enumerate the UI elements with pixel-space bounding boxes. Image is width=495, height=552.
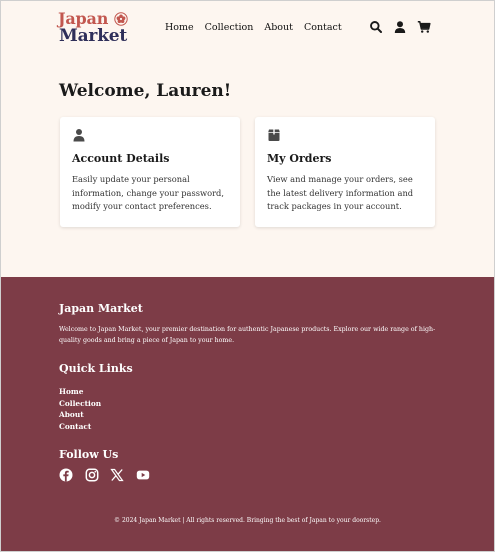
site-header: Japan Market Home Collection About Conta… — [1, 1, 494, 57]
flower-icon — [114, 12, 128, 26]
footer-link-about[interactable]: About — [59, 410, 84, 419]
cart-icon[interactable] — [417, 20, 431, 34]
footer-link-contact[interactable]: Contact — [59, 422, 91, 431]
card-description: View and manage your orders, see the lat… — [267, 174, 414, 211]
card-title: Account Details — [72, 152, 170, 165]
instagram-icon[interactable] — [85, 468, 99, 482]
header-actions — [369, 20, 433, 36]
main-nav: Home Collection About Contact — [165, 20, 353, 36]
facebook-icon[interactable] — [59, 468, 73, 482]
page: Japan Market Home Collection About Conta… — [0, 0, 495, 552]
user-icon — [73, 129, 85, 142]
nav-link-contact[interactable]: Contact — [304, 20, 342, 36]
card-title: My Orders — [267, 152, 332, 165]
footer-about-text: Welcome to Japan Market, your premier de… — [59, 326, 436, 344]
nav-link-home[interactable]: Home — [165, 20, 194, 36]
search-icon[interactable] — [369, 20, 383, 34]
youtube-icon[interactable] — [136, 468, 150, 482]
list-item: Collection — [59, 398, 101, 410]
footer-link-collection[interactable]: Collection — [59, 399, 101, 408]
list-item: Home — [59, 386, 101, 398]
quick-links-list: Home Collection About Contact — [59, 386, 101, 432]
welcome-heading: Welcome, Lauren! — [59, 81, 232, 101]
box-icon — [268, 129, 280, 141]
follow-us-title: Follow Us — [59, 448, 119, 461]
copyright-text: © 2024 Japan Market | All rights reserve… — [114, 517, 381, 524]
user-icon[interactable] — [393, 20, 407, 34]
account-details-card[interactable]: Account Details Easily update your perso… — [60, 117, 240, 227]
site-logo[interactable]: Japan Market — [58, 10, 132, 46]
nav-link-about[interactable]: About — [264, 20, 293, 36]
footer-brand-title: Japan Market — [59, 302, 143, 315]
footer-link-home[interactable]: Home — [59, 387, 83, 396]
site-footer: Japan Market Welcome to Japan Market, yo… — [1, 277, 494, 551]
quick-links-title: Quick Links — [59, 362, 133, 375]
logo-text-market: Market — [59, 26, 128, 46]
list-item: About — [59, 409, 101, 421]
x-icon[interactable] — [110, 468, 124, 482]
my-orders-card[interactable]: My Orders View and manage your orders, s… — [255, 117, 435, 227]
list-item: Contact — [59, 421, 101, 433]
card-description: Easily update your personal information,… — [72, 174, 224, 211]
nav-link-collection[interactable]: Collection — [205, 20, 254, 36]
